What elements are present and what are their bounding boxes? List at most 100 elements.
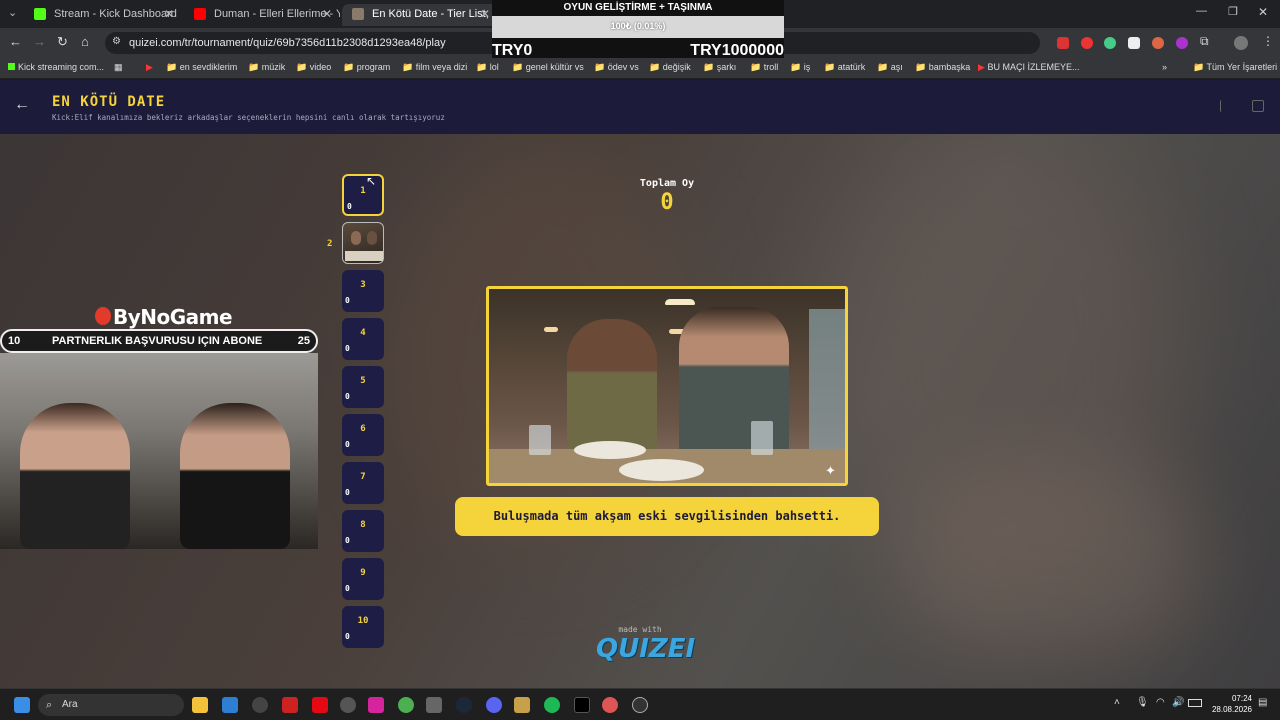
back-icon[interactable]: ← [9, 34, 22, 49]
extension-icon[interactable] [1176, 37, 1188, 49]
bookmark-item[interactable]: 📁 Tüm Yer İşaretleri [1193, 62, 1277, 73]
bookmark-item[interactable]: 📁 iş [790, 62, 810, 73]
microphone-icon[interactable]: 🎙 [1136, 697, 1149, 708]
kick-icon [8, 63, 15, 70]
obs-icon[interactable] [632, 697, 648, 713]
tab-close-icon[interactable]: ✕ [164, 4, 174, 24]
app-icon[interactable] [514, 697, 530, 713]
steam-icon[interactable] [456, 697, 472, 713]
app-icon[interactable] [426, 697, 442, 713]
fullscreen-icon[interactable] [1252, 100, 1264, 112]
bookmark-item[interactable]: 📁 ödev vs [594, 62, 639, 73]
tier-slot-1[interactable]: 10 [342, 174, 384, 216]
page-title: EN KÖTÜ DATE [52, 94, 166, 110]
extension-icon[interactable] [1104, 37, 1116, 49]
bookmark-item[interactable]: 📁 program [343, 62, 390, 73]
bookmark-item[interactable]: 📁 lol [476, 62, 499, 73]
tab-quizei[interactable]: En Kötü Date - Tier List, Kör Sı ✕ [342, 4, 498, 26]
netflix-icon[interactable] [312, 697, 328, 713]
extension-icon[interactable] [1081, 37, 1093, 49]
gauge-icon[interactable] [252, 697, 268, 713]
tier-slot-6[interactable]: 60 [342, 414, 384, 456]
notification-icon[interactable]: ▤ [1258, 697, 1267, 708]
option-image[interactable]: ✦ [486, 286, 848, 486]
profile-avatar[interactable] [1234, 36, 1248, 50]
pendant-lamp [544, 327, 558, 332]
close-window-icon[interactable]: ✕ [1258, 5, 1268, 19]
slot-number: 1 [360, 186, 366, 196]
slot-count: 0 [345, 392, 350, 401]
bookmark-item[interactable]: 📁 video [296, 62, 331, 73]
youtube-icon [194, 8, 206, 20]
home-icon[interactable]: ⌂ [81, 34, 89, 49]
tier-slot-5[interactable]: 50 [342, 366, 384, 408]
chatgpt-icon[interactable] [340, 697, 356, 713]
tier-slot-10[interactable]: 10 0 [342, 606, 384, 648]
app-icon[interactable] [602, 697, 618, 713]
battery-icon[interactable] [1188, 699, 1202, 707]
slot-number: 3 [360, 280, 366, 290]
bookmark-item[interactable]: ▶ BU MAÇI İZLEMEYE... [978, 62, 1079, 73]
quizei-logo[interactable]: QUIZEI [596, 634, 695, 664]
youtube-icon[interactable]: ▶ [146, 62, 153, 73]
spotify-icon[interactable] [544, 697, 560, 713]
search-icon: ⌕ [46, 699, 53, 711]
flag-icon[interactable] [1220, 100, 1232, 112]
maximize-icon[interactable]: ❐ [1228, 5, 1238, 18]
bookmark-item[interactable]: Kick streaming com... [8, 62, 104, 72]
tab-kick-dashboard[interactable]: Stream - Kick Dashboard ✕ [24, 4, 182, 26]
thumbnail-table [345, 251, 383, 261]
bookmark-item[interactable]: 📁 atatürk [824, 62, 865, 73]
bookmark-item[interactable]: 📁 genel kültür vs [512, 62, 584, 73]
instagram-icon[interactable] [368, 697, 384, 713]
tray-chevron-icon[interactable]: ˄ [1114, 697, 1120, 708]
slot-number: 2 [327, 239, 333, 249]
clock-date: 28.08.2026 [1211, 705, 1252, 714]
extensions-puzzle-icon[interactable]: ⧉ [1200, 34, 1209, 49]
more-bookmarks-icon[interactable]: » [1162, 62, 1167, 72]
tier-slot-3[interactable]: 30 [342, 270, 384, 312]
bookmark-item[interactable]: 📁 aşı [877, 62, 903, 73]
bookmark-item[interactable]: 📁 en sevdiklerim [166, 62, 237, 73]
tier-slot-8[interactable]: 80 [342, 510, 384, 552]
slot-count: 0 [345, 536, 350, 545]
x-icon[interactable] [574, 697, 590, 713]
file-explorer-icon[interactable] [192, 697, 208, 713]
tier-slot-9[interactable]: 90 [342, 558, 384, 600]
wifi-icon[interactable]: ◠ [1156, 697, 1165, 708]
minimize-icon[interactable]: — [1196, 5, 1207, 17]
extension-icon[interactable] [1128, 37, 1140, 49]
chrome-icon[interactable] [398, 697, 414, 713]
taskbar-search[interactable]: ⌕ Ara [38, 694, 184, 716]
reload-icon[interactable]: ↻ [57, 34, 68, 50]
apps-grid-icon[interactable]: ▦ [114, 62, 123, 73]
tab-search-icon[interactable]: ⌄ [8, 6, 17, 19]
clock-time: 07:24 [1231, 694, 1252, 703]
app-icon[interactable] [282, 697, 298, 713]
tier-slot-7[interactable]: 70 [342, 462, 384, 504]
extension-icon[interactable] [1057, 37, 1069, 49]
bookmark-item[interactable]: 📁 müzik [248, 62, 285, 73]
discord-icon[interactable] [486, 697, 502, 713]
tab-youtube[interactable]: Duman - Elleri Ellerime - YouTu ✕ [184, 4, 340, 26]
tab-close-icon[interactable]: ✕ [322, 4, 332, 24]
windows-start-icon[interactable] [14, 697, 30, 713]
tier-slot-2-image[interactable] [342, 222, 384, 264]
slot-count: 0 [345, 632, 350, 641]
site-info-icon[interactable]: ⚙ [112, 36, 121, 47]
mail-icon[interactable] [222, 697, 238, 713]
search-placeholder: Ara [62, 699, 78, 710]
menu-icon[interactable]: ⋮ [1262, 34, 1274, 48]
clock[interactable]: 07:24 28.08.2026 [1206, 693, 1252, 715]
bookmark-item[interactable]: 📁 film veya dizi [402, 62, 467, 73]
bookmark-item[interactable]: 📁 bambaşka [915, 62, 970, 73]
forward-icon[interactable]: → [33, 34, 46, 49]
volume-icon[interactable]: 🔊 [1172, 697, 1184, 708]
back-arrow-icon[interactable]: ← [14, 96, 30, 114]
bookmark-item[interactable]: 📁 troll [750, 62, 778, 73]
tab-close-icon[interactable]: ✕ [480, 4, 490, 24]
extension-icon[interactable] [1152, 37, 1164, 49]
bookmark-item[interactable]: 📁 değişik [649, 62, 691, 73]
tier-slot-4[interactable]: 40 [342, 318, 384, 360]
bookmark-item[interactable]: 📁 şarkı [703, 62, 736, 73]
